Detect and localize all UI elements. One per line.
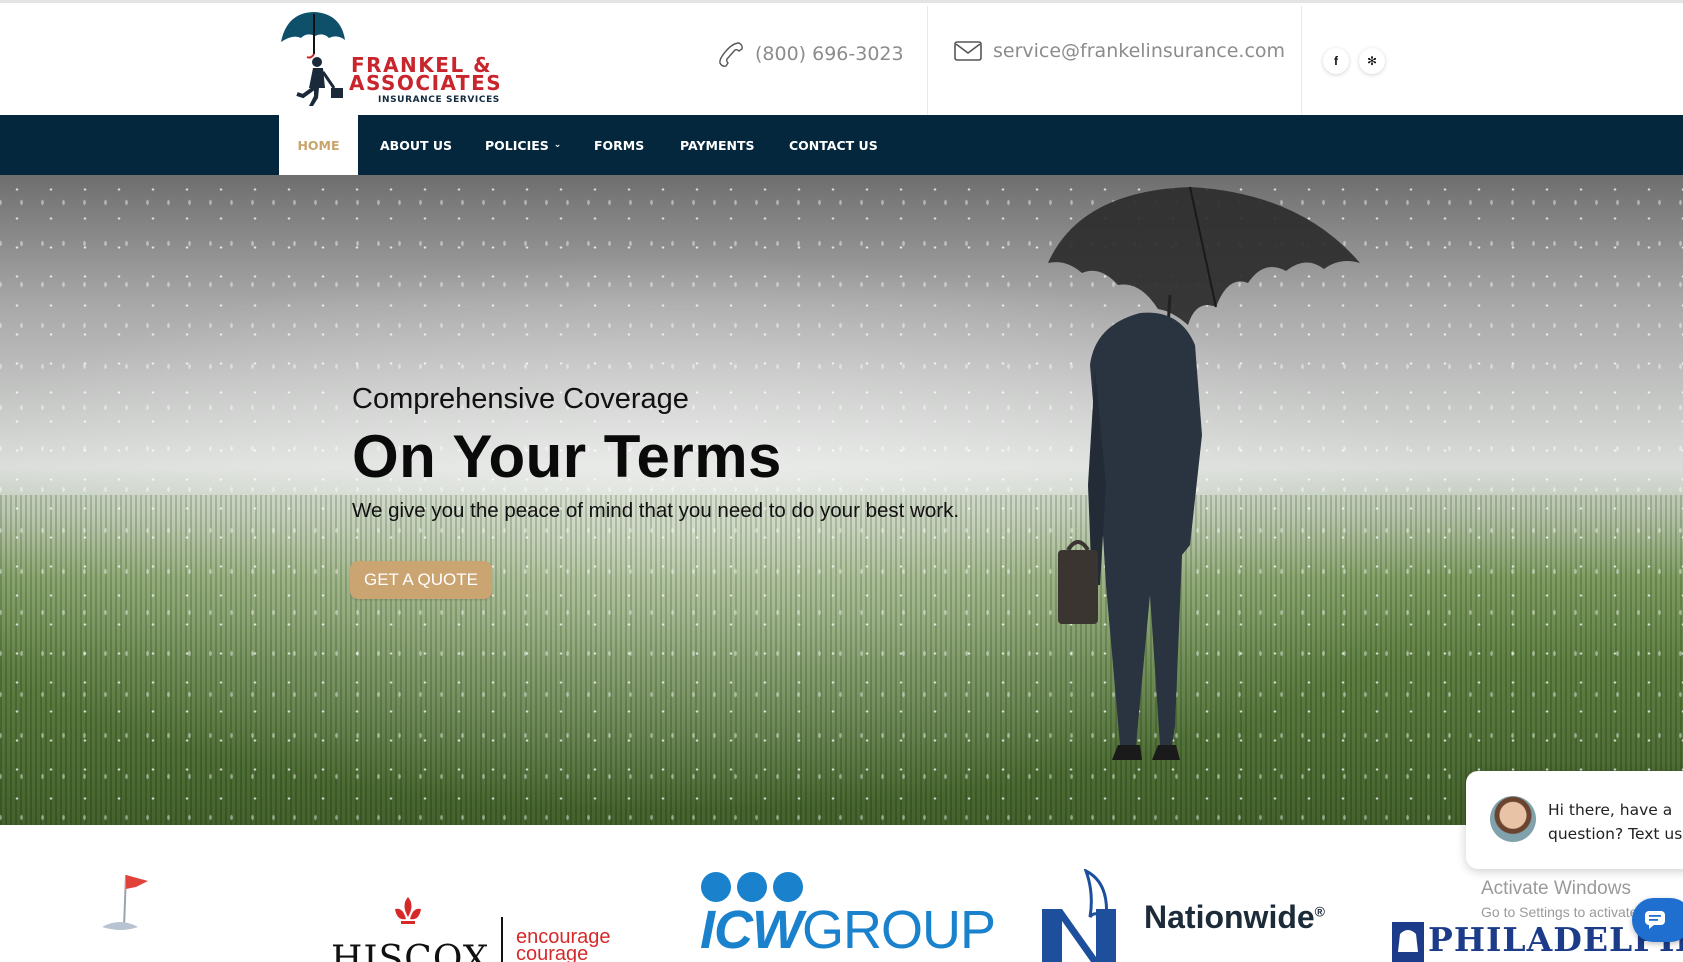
nationwide-name: Nationwide <box>1144 899 1315 935</box>
chat-popup[interactable]: Hi there, have a question? Text us <box>1466 771 1683 869</box>
phone-contact[interactable]: (800) 696-3023 <box>717 40 904 68</box>
hero-subtitle: Comprehensive Coverage <box>352 383 689 415</box>
nav-policies[interactable]: POLICIES ⌄ <box>485 115 561 175</box>
site-header: FRANKEL & ASSOCIATES INSURANCE SERVICES … <box>0 3 1683 118</box>
envelope-icon <box>954 41 982 61</box>
nav-about-us[interactable]: ABOUT US <box>380 115 452 175</box>
nav-payments[interactable]: PAYMENTS <box>680 115 755 175</box>
hiscox-tagline: encourage courage <box>516 927 611 962</box>
get-a-quote-button[interactable]: GET A QUOTE <box>350 561 492 599</box>
yelp-icon[interactable]: ✻ <box>1359 48 1385 74</box>
icw-wordmark: ICWGROUP <box>700 899 996 961</box>
icw-rest-text: GROUP <box>801 900 996 960</box>
email-contact[interactable]: service@frankelinsurance.com <box>953 40 1285 62</box>
hiscox-tag-line2: courage <box>516 943 589 962</box>
hero-title: On Your Terms <box>352 423 782 490</box>
nationwide-wordmark: Nationwide® <box>1144 899 1325 936</box>
flag-logo[interactable] <box>100 869 160 939</box>
facebook-icon[interactable]: f <box>1323 48 1349 74</box>
partner-logos: HISCOX encourage courage ICWGROUP Nation… <box>0 825 1683 962</box>
chat-message: Hi there, have a question? Text us <box>1548 801 1683 843</box>
header-divider <box>1301 6 1302 118</box>
liberty-bell-icon <box>1392 922 1424 962</box>
nationwide-logo[interactable]: Nationwide® <box>1040 867 1325 962</box>
agent-avatar <box>1490 796 1536 842</box>
fleur-de-lis-icon <box>395 897 421 924</box>
nationwide-eagle-icon <box>1042 867 1116 962</box>
chat-bubble-icon <box>1645 911 1665 929</box>
hero-banner: Comprehensive Coverage On Your Terms We … <box>0 175 1683 825</box>
icw-bold-text: ICW <box>700 900 803 960</box>
hiscox-wordmark: HISCOX <box>331 939 490 962</box>
main-nav: HOME ABOUT US POLICIES ⌄ FORMS PAYMENTS … <box>0 115 1683 175</box>
nav-forms[interactable]: FORMS <box>594 115 644 175</box>
nav-contact-us[interactable]: CONTACT US <box>789 115 878 175</box>
logo[interactable]: FRANKEL & ASSOCIATES INSURANCE SERVICES <box>279 10 534 108</box>
phone-icon <box>719 42 743 67</box>
phone-number: (800) 696-3023 <box>755 43 904 65</box>
registered-mark: ® <box>1314 903 1325 920</box>
hero-description: We give you the peace of mind that you n… <box>352 499 960 522</box>
activate-title: Activate Windows <box>1481 878 1631 899</box>
email-address: service@frankelinsurance.com <box>993 40 1286 62</box>
logo-name-line2: ASSOCIATES <box>349 71 503 95</box>
nav-home[interactable]: HOME <box>279 115 358 175</box>
nav-policies-label: POLICIES <box>485 137 549 153</box>
icw-group-logo[interactable]: ICWGROUP <box>700 871 996 960</box>
chat-launcher-button[interactable] <box>1632 898 1683 942</box>
hero-text: Comprehensive Coverage On Your Terms We … <box>352 383 959 523</box>
man-with-umbrella-image <box>1048 186 1360 760</box>
logo-wordmark: FRANKEL & ASSOCIATES <box>349 55 503 95</box>
logo-tagline: INSURANCE SERVICES <box>378 95 500 105</box>
header-divider <box>927 6 928 118</box>
philadelphia-logo[interactable]: PHILADELPHIA <box>1390 920 1683 962</box>
hiscox-divider <box>501 917 503 962</box>
chevron-down-icon: ⌄ <box>553 140 562 150</box>
